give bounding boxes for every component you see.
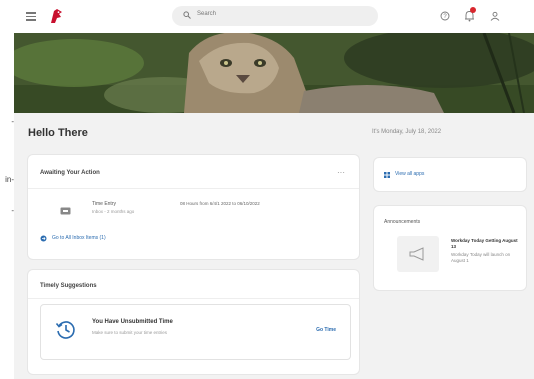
- suggestion-item: You Have Unsubmitted Time Make sure to s…: [40, 304, 351, 360]
- announcement-body: Workday Today will launch on August 1: [451, 252, 511, 263]
- view-all-apps-link[interactable]: View all apps: [395, 171, 424, 177]
- search-icon: [183, 11, 191, 19]
- left-edge-strip: - in- -: [0, 0, 14, 379]
- question-icon[interactable]: ?: [440, 11, 450, 21]
- date-text: It's Monday, July 18, 2022: [372, 129, 442, 135]
- edge-mark: in-: [5, 175, 14, 184]
- card-title: Announcements: [384, 219, 421, 225]
- announcement-thumbnail[interactable]: [397, 236, 439, 272]
- task-row[interactable]: Time Entry Inbox - 2 months ago 08 Hours…: [40, 194, 347, 230]
- divider: [28, 188, 359, 189]
- card-title: Awaiting Your Action: [40, 170, 100, 176]
- link-icon: [40, 235, 47, 242]
- user-icon[interactable]: [490, 11, 500, 21]
- task-subtitle: Inbox - 2 months ago: [92, 209, 135, 214]
- clock-refresh-icon: [55, 321, 75, 339]
- announcements-card: Announcements Workday Today Getting Augu…: [374, 206, 526, 290]
- view-all-apps-card[interactable]: View all apps: [374, 158, 526, 191]
- search-placeholder: Search: [197, 11, 217, 17]
- go-time-button[interactable]: Go Time: [316, 327, 336, 333]
- megaphone-icon: [409, 247, 424, 261]
- suggestion-title: You Have Unsubmitted Time: [92, 319, 173, 325]
- notification-badge: [470, 7, 476, 13]
- divider: [28, 298, 359, 299]
- suggestion-subtitle: Make sure to submit your time entries: [92, 330, 168, 335]
- workday-home: Search ? Hello There It's Monday, July 1…: [14, 0, 534, 379]
- cougar-head-logo[interactable]: [48, 8, 64, 25]
- view-all-inbox-link[interactable]: Go to All Inbox Items (1): [52, 235, 106, 241]
- hero-banner: [14, 33, 534, 113]
- search-input[interactable]: Search: [172, 6, 378, 26]
- top-bar: Search ?: [14, 0, 534, 34]
- card-title: Timely Suggestions: [40, 283, 97, 289]
- timely-suggestions-card: Timely Suggestions You Have Unsubmitted …: [28, 270, 359, 374]
- announcement-title[interactable]: Workday Today Getting August 13: [451, 238, 523, 250]
- hamburger-menu-icon[interactable]: [26, 10, 36, 22]
- task-range: 08 Hours from 6/4/1 2022 to 06/10/2022: [180, 201, 260, 206]
- page-title: Hello There: [28, 127, 88, 139]
- inbox-icon: [60, 207, 71, 215]
- ellipsis-icon[interactable]: ···: [337, 168, 345, 177]
- grid-icon: [384, 172, 390, 178]
- cougar-photo-banner: [14, 33, 534, 113]
- awaiting-action-card: Awaiting Your Action ··· Time Entry Inbo…: [28, 155, 359, 259]
- task-title: Time Entry: [92, 201, 116, 207]
